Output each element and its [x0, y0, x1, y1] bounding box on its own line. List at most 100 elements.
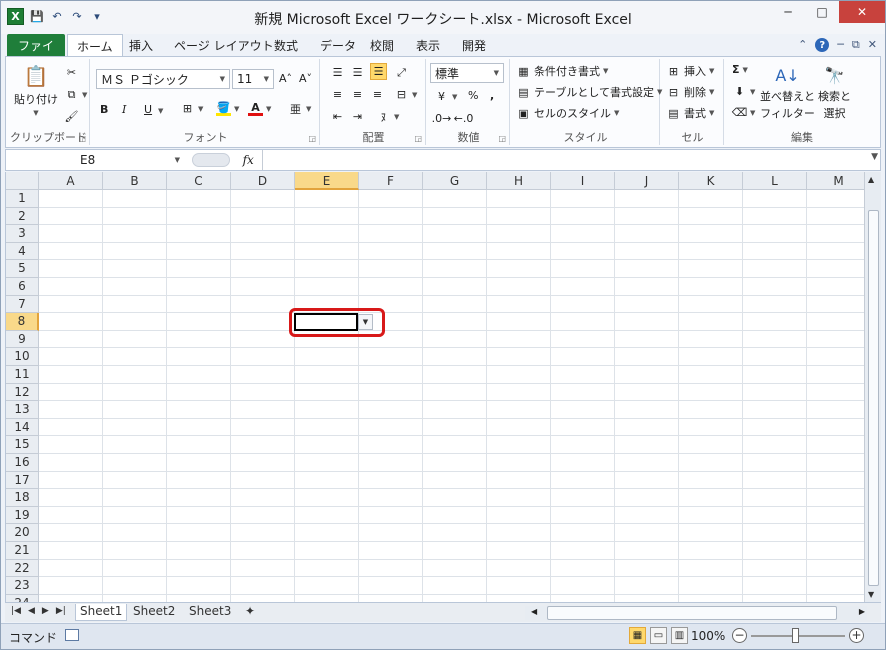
- insert-function-button[interactable]: fx: [243, 153, 254, 167]
- workbook-restore-icon[interactable]: ⧉: [852, 38, 860, 52]
- column-header-e[interactable]: E: [295, 172, 359, 190]
- row-header-22[interactable]: 22: [6, 559, 39, 578]
- increase-indent-button[interactable]: ⇥: [350, 109, 365, 124]
- workbook-minimize-icon[interactable]: ─: [837, 38, 844, 52]
- formula-input[interactable]: [262, 150, 862, 170]
- font-size-select[interactable]: 11 ▼: [232, 69, 274, 89]
- close-button[interactable]: ✕: [839, 1, 885, 23]
- zoom-in-button[interactable]: +: [849, 628, 864, 643]
- scroll-up-icon[interactable]: ▲: [868, 175, 874, 184]
- prev-sheet-icon[interactable]: ◀: [28, 606, 35, 616]
- macro-record-icon[interactable]: [65, 629, 79, 641]
- vertical-scroll-thumb[interactable]: [868, 210, 879, 586]
- page-layout-view-button[interactable]: ▭: [650, 627, 667, 644]
- clear-button[interactable]: ⌫ ▼: [732, 105, 756, 120]
- sheet-tab-2[interactable]: Sheet2: [129, 604, 179, 621]
- page-break-view-button[interactable]: ▥: [671, 627, 688, 644]
- shrink-font-button[interactable]: A˅: [298, 71, 313, 86]
- underline-button[interactable]: U: [144, 103, 152, 116]
- font-color-button[interactable]: A ▼: [248, 101, 271, 116]
- column-header-a[interactable]: A: [39, 172, 103, 190]
- horizontal-scroll-thumb[interactable]: [547, 606, 837, 620]
- align-bottom-button[interactable]: ☰: [370, 63, 387, 80]
- name-box-dropdown-icon[interactable]: ▼: [175, 156, 180, 164]
- delete-cells-button[interactable]: ⊟ 削除 ▼: [666, 84, 715, 100]
- row-header-15[interactable]: 15: [6, 436, 39, 454]
- column-header-f[interactable]: F: [359, 172, 423, 190]
- merge-center-button[interactable]: ⊟ ▼: [394, 87, 418, 102]
- scroll-down-icon[interactable]: ▼: [868, 590, 874, 599]
- align-left-button[interactable]: ≡: [330, 87, 345, 102]
- zoom-out-button[interactable]: −: [732, 628, 747, 643]
- borders-button[interactable]: ⊞ ▼: [180, 101, 204, 116]
- font-name-select[interactable]: ＭＳ Ｐゴシック ▼: [96, 69, 230, 89]
- autosum-button[interactable]: Σ ▼: [732, 63, 748, 76]
- tab-insert[interactable]: 挿入: [120, 34, 162, 56]
- row-header-12[interactable]: 12: [6, 383, 39, 402]
- row-header-7[interactable]: 7: [6, 295, 39, 314]
- column-header-l[interactable]: L: [743, 172, 807, 190]
- scroll-left-icon[interactable]: ◀: [531, 607, 537, 616]
- sort-filter-button[interactable]: A↓ 並べ替えと フィルター: [760, 63, 815, 121]
- align-top-button[interactable]: ☰: [330, 65, 345, 80]
- tab-data[interactable]: データ: [311, 34, 365, 56]
- orientation-button[interactable]: ⤢: [394, 65, 409, 80]
- cut-button[interactable]: ✂: [64, 65, 79, 80]
- row-header-1[interactable]: 1: [6, 190, 39, 208]
- expand-formula-bar-icon[interactable]: ▼: [871, 152, 878, 162]
- column-header-b[interactable]: B: [103, 172, 167, 190]
- row-header-8[interactable]: 8: [6, 313, 39, 331]
- row-header-17[interactable]: 17: [6, 471, 39, 490]
- sheet-tab-3[interactable]: Sheet3: [185, 604, 235, 621]
- cell-styles-button[interactable]: ▣ セルのスタイル ▼: [516, 105, 619, 121]
- tab-review[interactable]: 校閲: [361, 34, 403, 56]
- select-all-corner[interactable]: [6, 172, 39, 190]
- row-header-14[interactable]: 14: [6, 418, 39, 437]
- row-header-23[interactable]: 23: [6, 577, 39, 595]
- decrease-decimal-button[interactable]: ←.0: [454, 111, 474, 126]
- underline-dropdown-icon[interactable]: ▼: [158, 107, 163, 115]
- column-header-k[interactable]: K: [679, 172, 743, 190]
- format-cells-button[interactable]: ▤ 書式 ▼: [666, 105, 714, 121]
- row-header-18[interactable]: 18: [6, 489, 39, 507]
- fill-color-button[interactable]: 🪣 ▼: [216, 101, 239, 116]
- align-right-button[interactable]: ≡: [370, 87, 385, 102]
- maximize-button[interactable]: □: [805, 1, 839, 23]
- row-header-3[interactable]: 3: [6, 225, 39, 243]
- column-header-g[interactable]: G: [423, 172, 487, 190]
- row-header-4[interactable]: 4: [6, 242, 39, 261]
- copy-button[interactable]: ⧉ ▼: [64, 87, 88, 102]
- next-sheet-icon[interactable]: ▶: [42, 606, 49, 616]
- italic-button[interactable]: I: [122, 103, 126, 116]
- font-launcher-icon[interactable]: ◲: [308, 134, 316, 143]
- find-select-button[interactable]: 🔭 検索と 選択: [818, 63, 851, 121]
- column-header-m[interactable]: M: [807, 172, 871, 190]
- row-header-24[interactable]: 24: [6, 594, 39, 602]
- phonetic-button[interactable]: 亜 ▼: [288, 101, 311, 116]
- row-header-9[interactable]: 9: [6, 330, 39, 349]
- minimize-button[interactable]: ─: [771, 1, 805, 23]
- paste-button[interactable]: 📋 貼り付け ▼: [14, 63, 58, 117]
- worksheet-grid[interactable]: ABCDEFGHIJKLM 1 2 3 4 5 6 7 8 9 10 11 12 13 14 15 16 17 1…: [5, 172, 881, 602]
- zoom-level[interactable]: 100%: [691, 629, 725, 643]
- first-sheet-icon[interactable]: |◀: [11, 606, 21, 616]
- row-header-20[interactable]: 20: [6, 524, 39, 542]
- clipboard-launcher-icon[interactable]: ◲: [78, 134, 86, 143]
- sheet-tab-1[interactable]: Sheet1: [75, 604, 128, 621]
- grow-font-button[interactable]: A˄: [278, 71, 293, 86]
- column-header-d[interactable]: D: [231, 172, 295, 190]
- normal-view-button[interactable]: ▦: [629, 627, 646, 644]
- last-sheet-icon[interactable]: ▶|: [56, 606, 66, 616]
- alignment-launcher-icon[interactable]: ◲: [414, 134, 422, 143]
- conditional-formatting-button[interactable]: ▦ 条件付き書式 ▼: [516, 63, 608, 79]
- workbook-close-icon[interactable]: ✕: [868, 38, 877, 52]
- decrease-indent-button[interactable]: ⇤: [330, 109, 345, 124]
- row-header-19[interactable]: 19: [6, 506, 39, 525]
- vertical-scrollbar[interactable]: ▲ ▼: [864, 172, 881, 602]
- number-launcher-icon[interactable]: ◲: [498, 134, 506, 143]
- format-as-table-button[interactable]: ▤ テーブルとして書式設定 ▼: [516, 84, 662, 100]
- tab-developer[interactable]: 開発: [453, 34, 495, 56]
- comma-button[interactable]: ,: [490, 89, 494, 102]
- zoom-slider-thumb[interactable]: [792, 628, 799, 643]
- percent-button[interactable]: %: [468, 89, 478, 102]
